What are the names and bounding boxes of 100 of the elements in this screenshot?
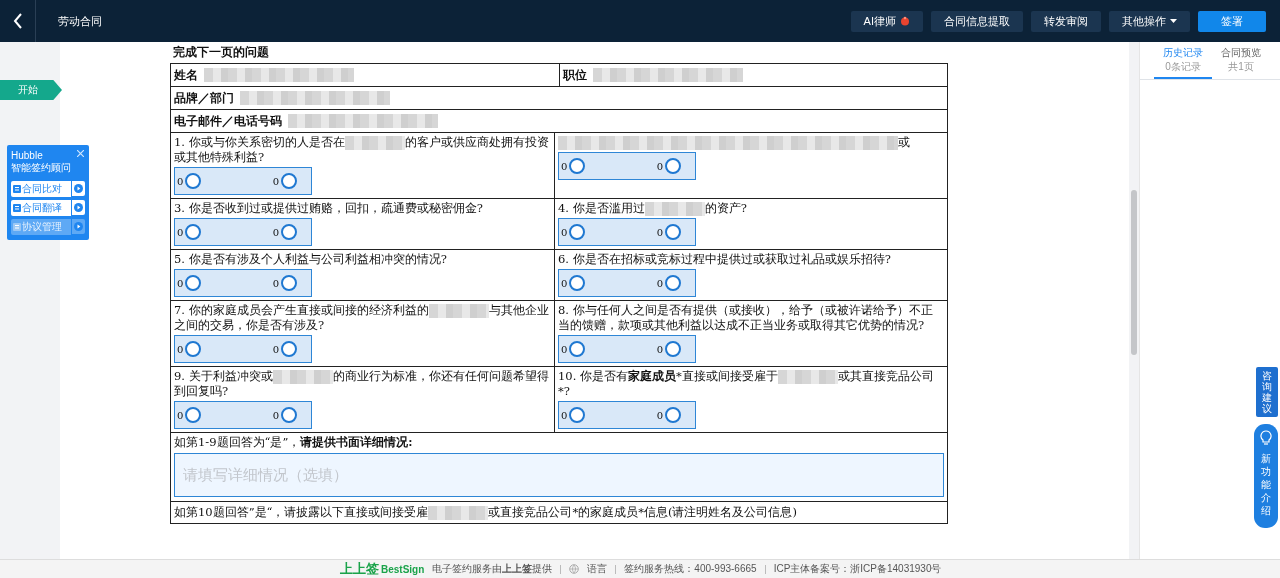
radio-button[interactable]	[281, 341, 297, 357]
new-features-button[interactable]: 新功能介绍	[1254, 424, 1278, 528]
radio-button[interactable]	[665, 341, 681, 357]
answer-field[interactable]: 0 0	[558, 401, 696, 429]
back-icon	[12, 13, 23, 29]
radio-button[interactable]	[281, 407, 297, 423]
contract-title: 劳动合同	[58, 13, 102, 29]
option-label: 0	[561, 409, 568, 421]
field-label: 姓名	[174, 66, 198, 84]
answer-field[interactable]: 0 0	[174, 167, 312, 195]
option-label: 0	[561, 226, 568, 238]
option-label: 0	[177, 175, 184, 187]
play-icon	[74, 203, 83, 212]
radio-button[interactable]	[665, 275, 681, 291]
option-label: 0	[177, 343, 184, 355]
radio-button[interactable]	[569, 224, 586, 240]
language-link[interactable]: 语言	[587, 562, 608, 576]
panel-tab[interactable]: 历史记录 0条记录	[1154, 42, 1212, 79]
radio-button[interactable]	[281, 173, 297, 189]
scrollbar[interactable]	[1131, 190, 1137, 355]
answer-field[interactable]: 0 0	[558, 218, 696, 246]
assistant-subtitle: 智能签约顾问	[11, 161, 71, 175]
radio-button[interactable]	[665, 224, 681, 240]
option-label: 0	[561, 343, 568, 355]
document-icon	[13, 223, 21, 231]
play-icon	[74, 184, 83, 193]
panel-tab[interactable]: 合同预览 共1页	[1212, 42, 1270, 79]
radio-button[interactable]	[569, 407, 586, 423]
feedback-button[interactable]: 咨询建议	[1256, 367, 1278, 417]
close-icon[interactable]	[77, 150, 84, 157]
option-label: 0	[272, 175, 279, 187]
answer-field[interactable]: 0 0	[558, 335, 696, 363]
globe-icon	[569, 564, 580, 574]
option-label: 0	[272, 277, 279, 289]
field-label: 职位	[562, 66, 587, 84]
option-label: 0	[177, 226, 184, 238]
lightbulb-icon	[1260, 430, 1272, 446]
icp-text: ICP主体备案号：浙ICP备14031930号	[773, 562, 942, 576]
play-icon	[74, 222, 83, 231]
answer-field[interactable]: 0 0	[174, 401, 312, 429]
option-label: 0	[656, 160, 663, 172]
question-text: 10. 你是否有家庭成员*直接或间接受雇于 或其直接竞品公司*?	[558, 369, 935, 399]
assistant-item[interactable]: 合同翻译	[11, 200, 71, 216]
answer-field[interactable]: 0 0	[174, 269, 312, 297]
radio-button[interactable]	[665, 158, 681, 174]
answer-field[interactable]: 0 0	[174, 335, 312, 363]
ai-lawyer-button[interactable]: AI律师	[850, 10, 923, 32]
document-icon	[13, 185, 21, 193]
play-button[interactable]	[72, 200, 85, 215]
disclosure-text: 如第10题回答”是“，请披露以下直接或间接受雇 或直接竞品公司*的家庭成员*信息(请注明姓名及公司信息)	[174, 505, 798, 520]
option-label: 0	[561, 277, 568, 289]
option-label: 0	[272, 226, 279, 238]
option-label: 0	[561, 160, 568, 172]
option-label: 0	[272, 343, 279, 355]
toolbar-button[interactable]: 合同信息提取	[931, 10, 1023, 32]
answer-field[interactable]: 0 0	[174, 218, 312, 246]
ai-icon	[900, 16, 910, 26]
question-text: 1. 你或与你关系密切的人是否在 的客户或供应商处拥有投资或其他特殊利益?	[174, 135, 550, 165]
caret-icon	[1170, 19, 1177, 23]
radio-button[interactable]	[185, 275, 202, 291]
radio-button[interactable]	[281, 224, 297, 240]
radio-button[interactable]	[185, 341, 202, 357]
field-label: 品牌／部门	[174, 89, 234, 107]
logo: 上上签BestSign	[340, 560, 425, 578]
radio-button[interactable]	[665, 407, 681, 423]
option-label: 0	[656, 343, 663, 355]
assistant-item[interactable]: 合同比对	[11, 181, 71, 197]
option-label: 0	[177, 277, 184, 289]
option-label: 0	[656, 277, 663, 289]
more-actions-button[interactable]: 其他操作	[1109, 10, 1190, 32]
question-text: 4. 你是否滥用过 的资产?	[558, 201, 748, 216]
radio-button[interactable]	[569, 341, 586, 357]
question-text: 6. 你是否在招标或竞标过程中提供过或获取过礼品或娱乐招待?	[558, 252, 892, 267]
question-text: 7. 你的家庭成员会产生直接或间接的经济利益的 与其他企业之间的交易，你是否有涉及?	[174, 303, 550, 333]
question-text: 9. 关于利益冲突或 的商业行为标准，你还有任何问题希望得到回复吗?	[174, 369, 550, 399]
radio-button[interactable]	[185, 407, 202, 423]
play-button[interactable]	[72, 181, 85, 196]
answer-field[interactable]: 0 0	[558, 269, 696, 297]
field-label: 电子邮件／电话号码	[174, 112, 282, 130]
radio-button[interactable]	[281, 275, 297, 291]
option-label: 0	[656, 409, 663, 421]
option-label: 0	[272, 409, 279, 421]
radio-button[interactable]	[569, 275, 586, 291]
sign-button[interactable]: 签署	[1198, 10, 1266, 32]
provider-text: 电子签约服务由上上签提供	[432, 562, 553, 576]
question-text: 3. 你是否收到过或提供过贿赂，回扣，疏通费或秘密佣金?	[174, 201, 484, 216]
toolbar-button[interactable]: 转发审阅	[1031, 10, 1101, 32]
hotline-text: 签约服务热线：400-993-6665	[624, 562, 757, 576]
assistant-title: Hubble	[11, 150, 43, 161]
section-heading: 完成下一页的问题	[172, 44, 270, 61]
option-label: 0	[656, 226, 663, 238]
question-text: 5. 你是否有涉及个人利益与公司利益相冲突的情况?	[174, 252, 448, 267]
radio-button[interactable]	[185, 224, 202, 240]
option-label: 0	[177, 409, 184, 421]
document-icon	[13, 204, 21, 212]
detail-prompt: 如第1-9题回答为“是”，请提供书面详细情况:	[174, 435, 414, 450]
radio-button[interactable]	[185, 173, 202, 189]
radio-button[interactable]	[569, 158, 586, 174]
question-text: 8. 你与任何人之间是否有提供（或接收），给予（或被许诺给予）不正当的馈赠，款项或其他利益以达成不正当业务或取得其它优势的情况?	[558, 303, 934, 333]
answer-field[interactable]: 0 0	[558, 152, 696, 180]
